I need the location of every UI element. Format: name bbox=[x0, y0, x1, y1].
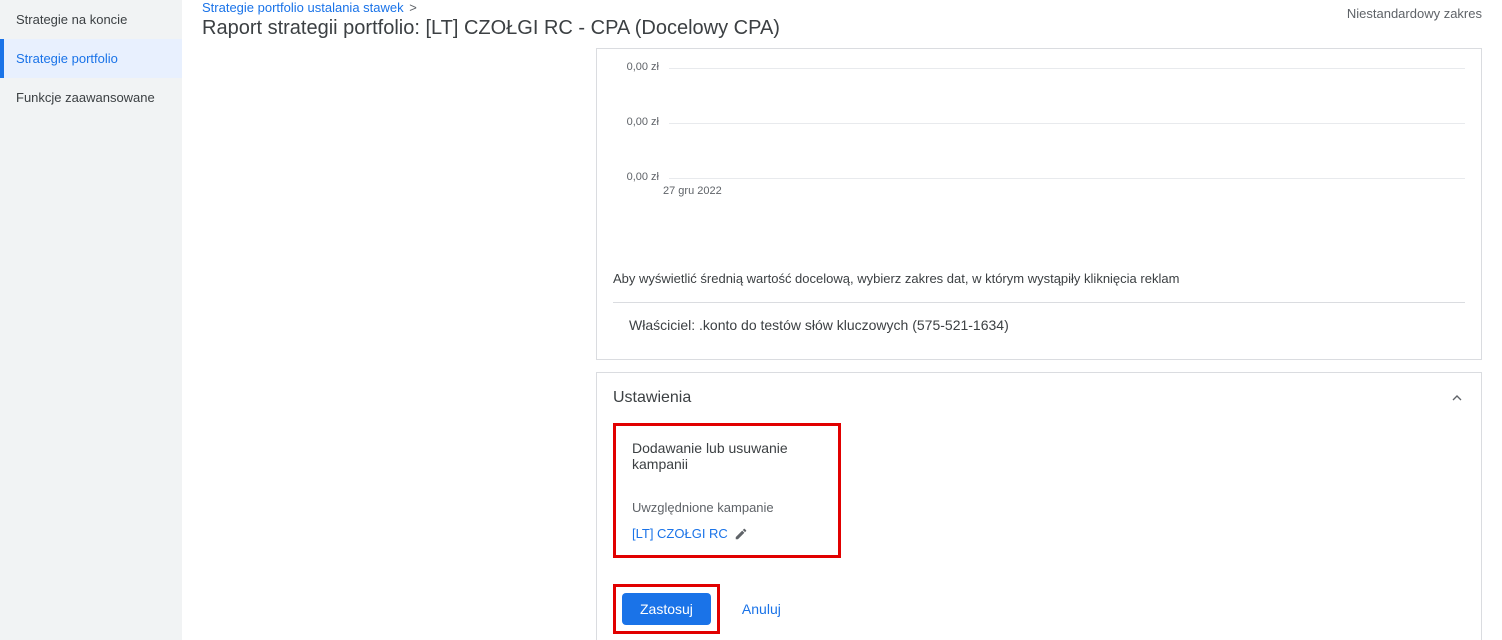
sidebar-item-label: Strategie portfolio bbox=[16, 51, 118, 66]
breadcrumb-link[interactable]: Strategie portfolio ustalania stawek bbox=[202, 0, 404, 15]
sidebar-item-portfolio-strategies[interactable]: Strategie portfolio bbox=[0, 39, 182, 78]
breadcrumb-separator: > bbox=[409, 0, 417, 15]
chevron-up-icon bbox=[1449, 390, 1465, 406]
chart-area: 0,00 zł 0,00 zł 0,00 zł 27 gru 2022 bbox=[613, 61, 1465, 201]
date-range-selector[interactable]: Niestandardowy zakres bbox=[1347, 0, 1482, 21]
sidebar-item-label: Strategie na koncie bbox=[16, 12, 127, 27]
sidebar-item-account-strategies[interactable]: Strategie na koncie bbox=[0, 0, 182, 39]
owner-row: Właściciel: .konto do testów słów kluczo… bbox=[613, 302, 1465, 347]
campaign-link[interactable]: [LT] CZOŁGI RC bbox=[632, 526, 748, 541]
settings-header[interactable]: Ustawienia bbox=[597, 373, 1481, 423]
apply-highlight: Zastosuj bbox=[613, 584, 720, 634]
cancel-button[interactable]: Anuluj bbox=[730, 593, 793, 625]
main-content: Strategie portfolio ustalania stawek > R… bbox=[182, 0, 1502, 640]
owner-value: .konto do testów słów kluczowych (575-52… bbox=[699, 317, 1009, 333]
breadcrumb[interactable]: Strategie portfolio ustalania stawek > bbox=[202, 0, 780, 15]
settings-card: Ustawienia Dodawanie lub usuwanie kampan… bbox=[596, 372, 1482, 640]
sidebar-item-advanced-functions[interactable]: Funkcje zaawansowane bbox=[0, 78, 182, 117]
button-row: Zastosuj Anuluj bbox=[613, 584, 1465, 634]
owner-label: Właściciel: bbox=[629, 317, 699, 333]
sidebar: Strategie na koncie Strategie portfolio … bbox=[0, 0, 182, 640]
header: Strategie portfolio ustalania stawek > R… bbox=[182, 0, 1502, 48]
campaigns-section: Dodawanie lub usuwanie kampanii Uwzględn… bbox=[613, 423, 841, 558]
chart-gridline bbox=[669, 178, 1465, 179]
settings-body: Dodawanie lub usuwanie kampanii Uwzględn… bbox=[597, 423, 1481, 640]
campaign-link-label: [LT] CZOŁGI RC bbox=[632, 526, 728, 541]
settings-heading: Ustawienia bbox=[613, 389, 691, 407]
chart-gridline bbox=[669, 123, 1465, 124]
edit-icon[interactable] bbox=[734, 527, 748, 541]
apply-button[interactable]: Zastosuj bbox=[622, 593, 711, 625]
chart-gridline bbox=[669, 68, 1465, 69]
sidebar-item-label: Funkcje zaawansowane bbox=[16, 90, 155, 105]
chart-card: 0,00 zł 0,00 zł 0,00 zł 27 gru 2022 Aby … bbox=[596, 48, 1482, 360]
y-axis-tick: 0,00 zł bbox=[613, 116, 659, 128]
page-title: Raport strategii portfolio: [LT] CZOŁGI … bbox=[202, 17, 780, 40]
y-axis-tick: 0,00 zł bbox=[613, 61, 659, 73]
campaigns-title: Dodawanie lub usuwanie kampanii bbox=[632, 440, 822, 472]
chart-empty-message: Aby wyświetlić średnią wartość docelową,… bbox=[613, 201, 1465, 302]
y-axis-tick: 0,00 zł bbox=[613, 171, 659, 183]
x-axis-tick: 27 gru 2022 bbox=[663, 185, 722, 197]
included-campaigns-label: Uwzględnione kampanie bbox=[632, 500, 822, 515]
